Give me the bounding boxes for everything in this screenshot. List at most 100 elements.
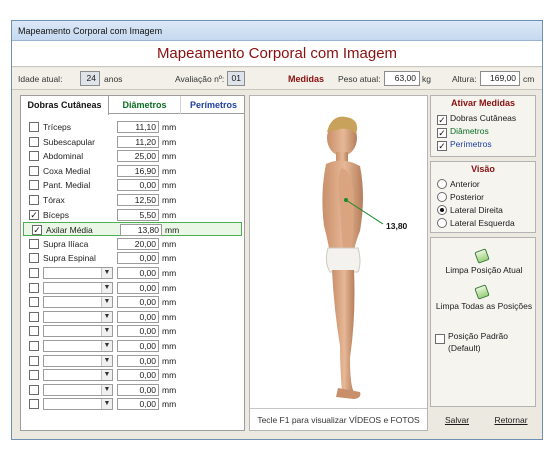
measurement-row[interactable]: Subescapular 11,20 mm [21,135,244,149]
measurement-checkbox[interactable] [29,326,39,337]
measurement-checkbox[interactable] [29,355,39,366]
custom-measurement-row[interactable]: ▼ 0,00 mm [21,310,244,324]
measurement-checkbox[interactable] [29,180,39,191]
ativar-dobras-option[interactable]: ✓ Dobras Cutâneas [437,112,516,125]
chevron-down-icon[interactable]: ▼ [101,355,112,366]
measurement-value-input[interactable]: 12,50 [117,194,159,206]
chevron-down-icon[interactable]: ▼ [101,370,112,381]
measurement-row[interactable]: ✓ Axilar Média 13,80 mm [23,222,242,237]
measurement-checkbox[interactable] [29,195,39,205]
measurement-value-input[interactable]: 16,90 [117,164,159,177]
chevron-down-icon[interactable]: ▼ [101,341,112,351]
measurement-value-input[interactable]: 11,20 [117,135,159,148]
custom-measurement-row[interactable]: ▼ 0,00 mm [21,281,244,295]
measurement-checkbox[interactable] [29,165,39,176]
tab-dobras-cutaneas[interactable]: Dobras Cutâneas [21,96,109,115]
radio-anterior[interactable] [437,179,447,189]
visao-anterior-option[interactable]: Anterior [437,178,480,190]
measurement-select[interactable]: ▼ [43,310,113,323]
measurement-row[interactable]: Supra Espinal 0,00 mm [21,251,244,265]
altura-field[interactable]: 169,00 [480,71,520,86]
ativar-diametros-option[interactable]: ✓ Diâmetros [437,125,489,138]
measurement-value-input[interactable]: 20,00 [117,237,159,250]
chevron-down-icon[interactable]: ▼ [101,311,112,322]
measurement-select[interactable]: ▼ [43,325,113,338]
measurement-select[interactable]: ▼ [43,340,113,352]
custom-measurement-row[interactable]: ▼ 0,00 mm [21,397,244,411]
measurement-value-input[interactable]: 13,80 [120,224,162,237]
body-figure[interactable]: 13,80 [250,96,427,408]
radio-lateral-direita[interactable] [437,205,447,215]
measurement-value-input[interactable]: 0,00 [117,383,159,396]
measurement-value-input[interactable]: 0,00 [117,267,159,279]
visao-posterior-option[interactable]: Posterior [437,191,484,203]
custom-measurement-row[interactable]: ▼ 0,00 mm [21,383,244,397]
custom-measurement-row[interactable]: ▼ 0,00 mm [21,368,244,382]
visao-lateral-esquerda-option[interactable]: Lateral Esquerda [437,217,515,229]
measurement-checkbox[interactable] [29,282,39,293]
chevron-down-icon[interactable]: ▼ [101,326,112,337]
chevron-down-icon[interactable]: ▼ [101,297,112,308]
measurement-row[interactable]: ✓ Bíceps 5,50 mm [21,208,244,222]
radio-lateral-esquerda[interactable] [437,218,447,228]
chevron-down-icon[interactable]: ▼ [101,384,112,395]
measurement-select[interactable]: ▼ [43,398,113,411]
custom-measurement-row[interactable]: ▼ 0,00 mm [21,295,244,309]
measurement-value-input[interactable]: 0,00 [117,179,159,192]
measurement-checkbox[interactable] [29,151,39,162]
measurement-value-input[interactable]: 0,00 [117,354,159,367]
visao-lateral-direita-option[interactable]: Lateral Direita [437,204,503,216]
measurement-value-input[interactable]: 0,00 [117,310,159,323]
measurement-checkbox[interactable] [29,399,39,410]
chevron-down-icon[interactable]: ▼ [101,282,112,293]
measurement-value-input[interactable]: 25,00 [117,150,159,163]
measurement-select[interactable]: ▼ [43,267,113,279]
measurement-checkbox[interactable]: ✓ [32,225,42,236]
ativar-dobras-checkbox[interactable]: ✓ [437,115,447,125]
measurement-row[interactable]: Abdominal 25,00 mm [21,149,244,163]
ativar-diametros-checkbox[interactable]: ✓ [437,128,447,138]
measurement-checkbox[interactable] [29,136,39,147]
measurement-checkbox[interactable] [29,370,39,381]
custom-measurement-row[interactable]: ▼ 0,00 mm [21,354,244,368]
measurement-checkbox[interactable] [29,311,39,322]
measurement-select[interactable]: ▼ [43,369,113,382]
measurement-value-input[interactable]: 11,10 [117,121,159,133]
measurement-row[interactable]: Pant. Medial 0,00 mm [21,178,244,192]
measurement-value-input[interactable]: 0,00 [117,325,159,338]
measurement-select[interactable]: ▼ [43,296,113,309]
chevron-down-icon[interactable]: ▼ [101,268,112,278]
measurement-checkbox[interactable]: ✓ [29,209,39,220]
limpa-todas-button[interactable]: Limpa Todas as Posições [431,301,537,312]
measurement-select[interactable]: ▼ [43,383,113,396]
ativar-perimetros-checkbox[interactable]: ✓ [437,141,447,151]
measurement-row[interactable]: Tórax 12,50 mm [21,193,244,207]
limpa-atual-button[interactable]: Limpa Posição Atual [431,265,537,276]
chevron-down-icon[interactable]: ▼ [101,399,112,410]
retornar-button[interactable]: Retornar [488,409,534,431]
measurement-checkbox[interactable] [29,122,39,132]
custom-measurement-row[interactable]: ▼ 0,00 mm [21,266,244,280]
measurement-select[interactable]: ▼ [43,281,113,294]
posicao-padrao-option[interactable]: Posição Padrão (Default) [435,330,533,354]
measurement-value-input[interactable]: 0,00 [117,252,159,265]
measurement-value-input[interactable]: 5,50 [117,208,159,221]
measurement-value-input[interactable]: 0,00 [117,296,159,309]
ativar-perimetros-option[interactable]: ✓ Perímetros [437,138,492,151]
measurement-value-input[interactable]: 0,00 [117,281,159,294]
tab-perimetros[interactable]: Perímetros [181,96,246,114]
radio-posterior[interactable] [437,192,447,202]
measurement-value-input[interactable]: 0,00 [117,340,159,352]
measurement-value-input[interactable]: 0,00 [117,398,159,411]
measurement-row[interactable]: Tríceps 11,10 mm [21,120,244,134]
measurement-checkbox[interactable] [29,384,39,395]
measurement-checkbox[interactable] [29,341,39,351]
custom-measurement-row[interactable]: ▼ 0,00 mm [21,339,244,353]
salvar-button[interactable]: Salvar [436,409,478,431]
tab-diametros[interactable]: Diâmetros [109,96,181,114]
posicao-padrao-checkbox[interactable] [435,334,445,344]
measurement-select[interactable]: ▼ [43,354,113,367]
custom-measurement-row[interactable]: ▼ 0,00 mm [21,324,244,338]
measurement-checkbox[interactable] [29,238,39,249]
peso-field[interactable]: 63,00 [384,71,420,86]
